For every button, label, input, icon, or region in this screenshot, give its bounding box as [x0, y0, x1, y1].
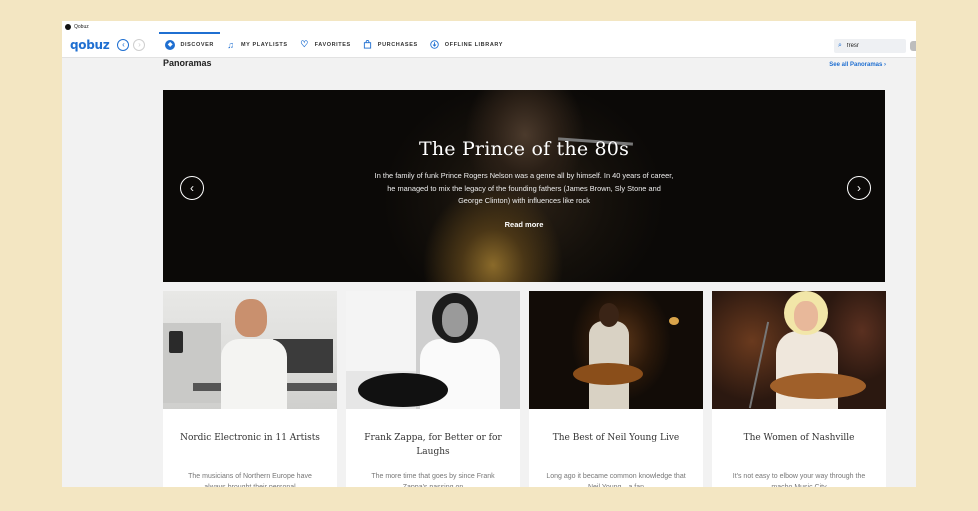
card-title: The Women of Nashville [743, 433, 855, 443]
tab-label: DISCOVER [180, 41, 214, 48]
app-window: Qobuz qobuz ‹ › ◆ DISCOVER ♫ MY PLAYLIST… [62, 21, 916, 487]
panorama-cards: Nordic Electronic in 11 Artists The musi… [163, 291, 886, 487]
card-description: Long ago it became common knowledge that… [546, 473, 686, 487]
panorama-card[interactable]: Nordic Electronic in 11 Artists The musi… [163, 291, 337, 487]
panoramas-header: Panoramas See all Panoramas › [163, 58, 886, 68]
profile-button[interactable] [910, 41, 916, 51]
chevron-right-icon: › [857, 181, 861, 195]
panorama-card[interactable]: The Best of Neil Young Live Long ago it … [529, 291, 703, 487]
tab-my-playlists[interactable]: ♫ MY PLAYLISTS [220, 32, 294, 57]
heart-icon: ♡ [300, 39, 309, 49]
card-title: The Best of Neil Young Live [552, 433, 680, 443]
hero-content: The Prince of the 80s In the family of f… [163, 138, 885, 232]
top-navigation: qobuz ‹ › ◆ DISCOVER ♫ MY PLAYLISTS ♡ FA… [62, 32, 916, 58]
chevron-right-icon: › [138, 39, 141, 49]
main-tabs: ◆ DISCOVER ♫ MY PLAYLISTS ♡ FAVORITES PU… [159, 32, 509, 57]
tab-offline-library[interactable]: OFFLINE LIBRARY [424, 32, 509, 57]
tab-label: PURCHASES [377, 41, 418, 48]
back-button[interactable]: ‹ [117, 38, 130, 51]
search-box[interactable]: ⌕ [834, 39, 906, 53]
card-title: Nordic Electronic in 11 Artists [180, 433, 320, 443]
card-image [346, 291, 520, 409]
hero-title: The Prince of the 80s [418, 138, 630, 160]
hero-banner[interactable]: The Prince of the 80s In the family of f… [163, 90, 885, 282]
compass-icon: ◆ [165, 39, 176, 50]
tab-label: OFFLINE LIBRARY [444, 41, 504, 48]
tab-favorites[interactable]: ♡ FAVORITES [294, 32, 357, 57]
forward-button[interactable]: › [133, 38, 146, 51]
bag-icon [363, 40, 373, 50]
panorama-card[interactable]: The Women of Nashville It's not easy to … [712, 291, 886, 487]
tab-label: FAVORITES [314, 41, 351, 48]
panorama-card[interactable]: Frank Zappa, for Better or for Laughs Th… [346, 291, 520, 487]
tab-discover[interactable]: ◆ DISCOVER [159, 32, 220, 57]
search-icon: ⌕ [838, 42, 842, 49]
carousel-next-button[interactable]: › [847, 176, 871, 200]
chevron-left-icon: ‹ [122, 39, 125, 49]
chevron-left-icon: ‹ [190, 181, 194, 195]
section-title: Panoramas [163, 58, 212, 68]
music-note-icon: ♫ [227, 39, 235, 50]
card-image [712, 291, 886, 409]
window-title: Qobuz [74, 23, 89, 30]
card-description: It's not easy to elbow your way through … [732, 473, 866, 487]
card-title: Frank Zappa, for Better or for Laughs [364, 433, 502, 457]
card-description: The more time that goes by since Frank Z… [371, 473, 495, 487]
tab-purchases[interactable]: PURCHASES [357, 32, 424, 57]
card-description: The musicians of Northern Europe have al… [188, 473, 312, 487]
qobuz-logo[interactable]: qobuz [70, 38, 110, 52]
download-icon [430, 40, 440, 50]
app-icon [65, 23, 71, 30]
carousel-prev-button[interactable]: ‹ [180, 176, 204, 200]
card-image [529, 291, 703, 409]
tab-label: MY PLAYLISTS [240, 41, 288, 48]
see-all-link[interactable]: See all Panoramas › [829, 62, 886, 68]
search-input[interactable] [846, 43, 897, 49]
read-more-link[interactable]: Read more [505, 220, 544, 229]
title-bar: Qobuz [62, 21, 916, 32]
hero-description: In the family of funk Prince Rogers Nels… [374, 171, 674, 205]
card-image [163, 291, 337, 409]
